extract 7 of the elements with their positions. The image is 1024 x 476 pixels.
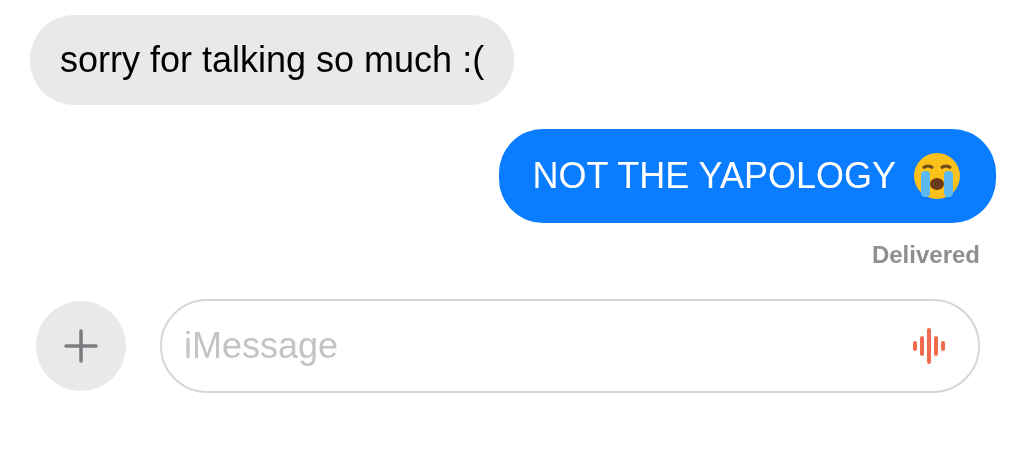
message-composer[interactable]: iMessage — [160, 299, 980, 393]
outgoing-message-bubble: NOT THE YAPOLOGY — [498, 129, 996, 223]
incoming-message-bubble: sorry for talking so much :( — [30, 15, 515, 105]
plus-icon — [64, 329, 98, 363]
message-input-field[interactable]: iMessage — [184, 319, 912, 373]
audio-waveform-icon[interactable] — [912, 326, 948, 366]
delivered-status: Delivered — [871, 240, 980, 270]
